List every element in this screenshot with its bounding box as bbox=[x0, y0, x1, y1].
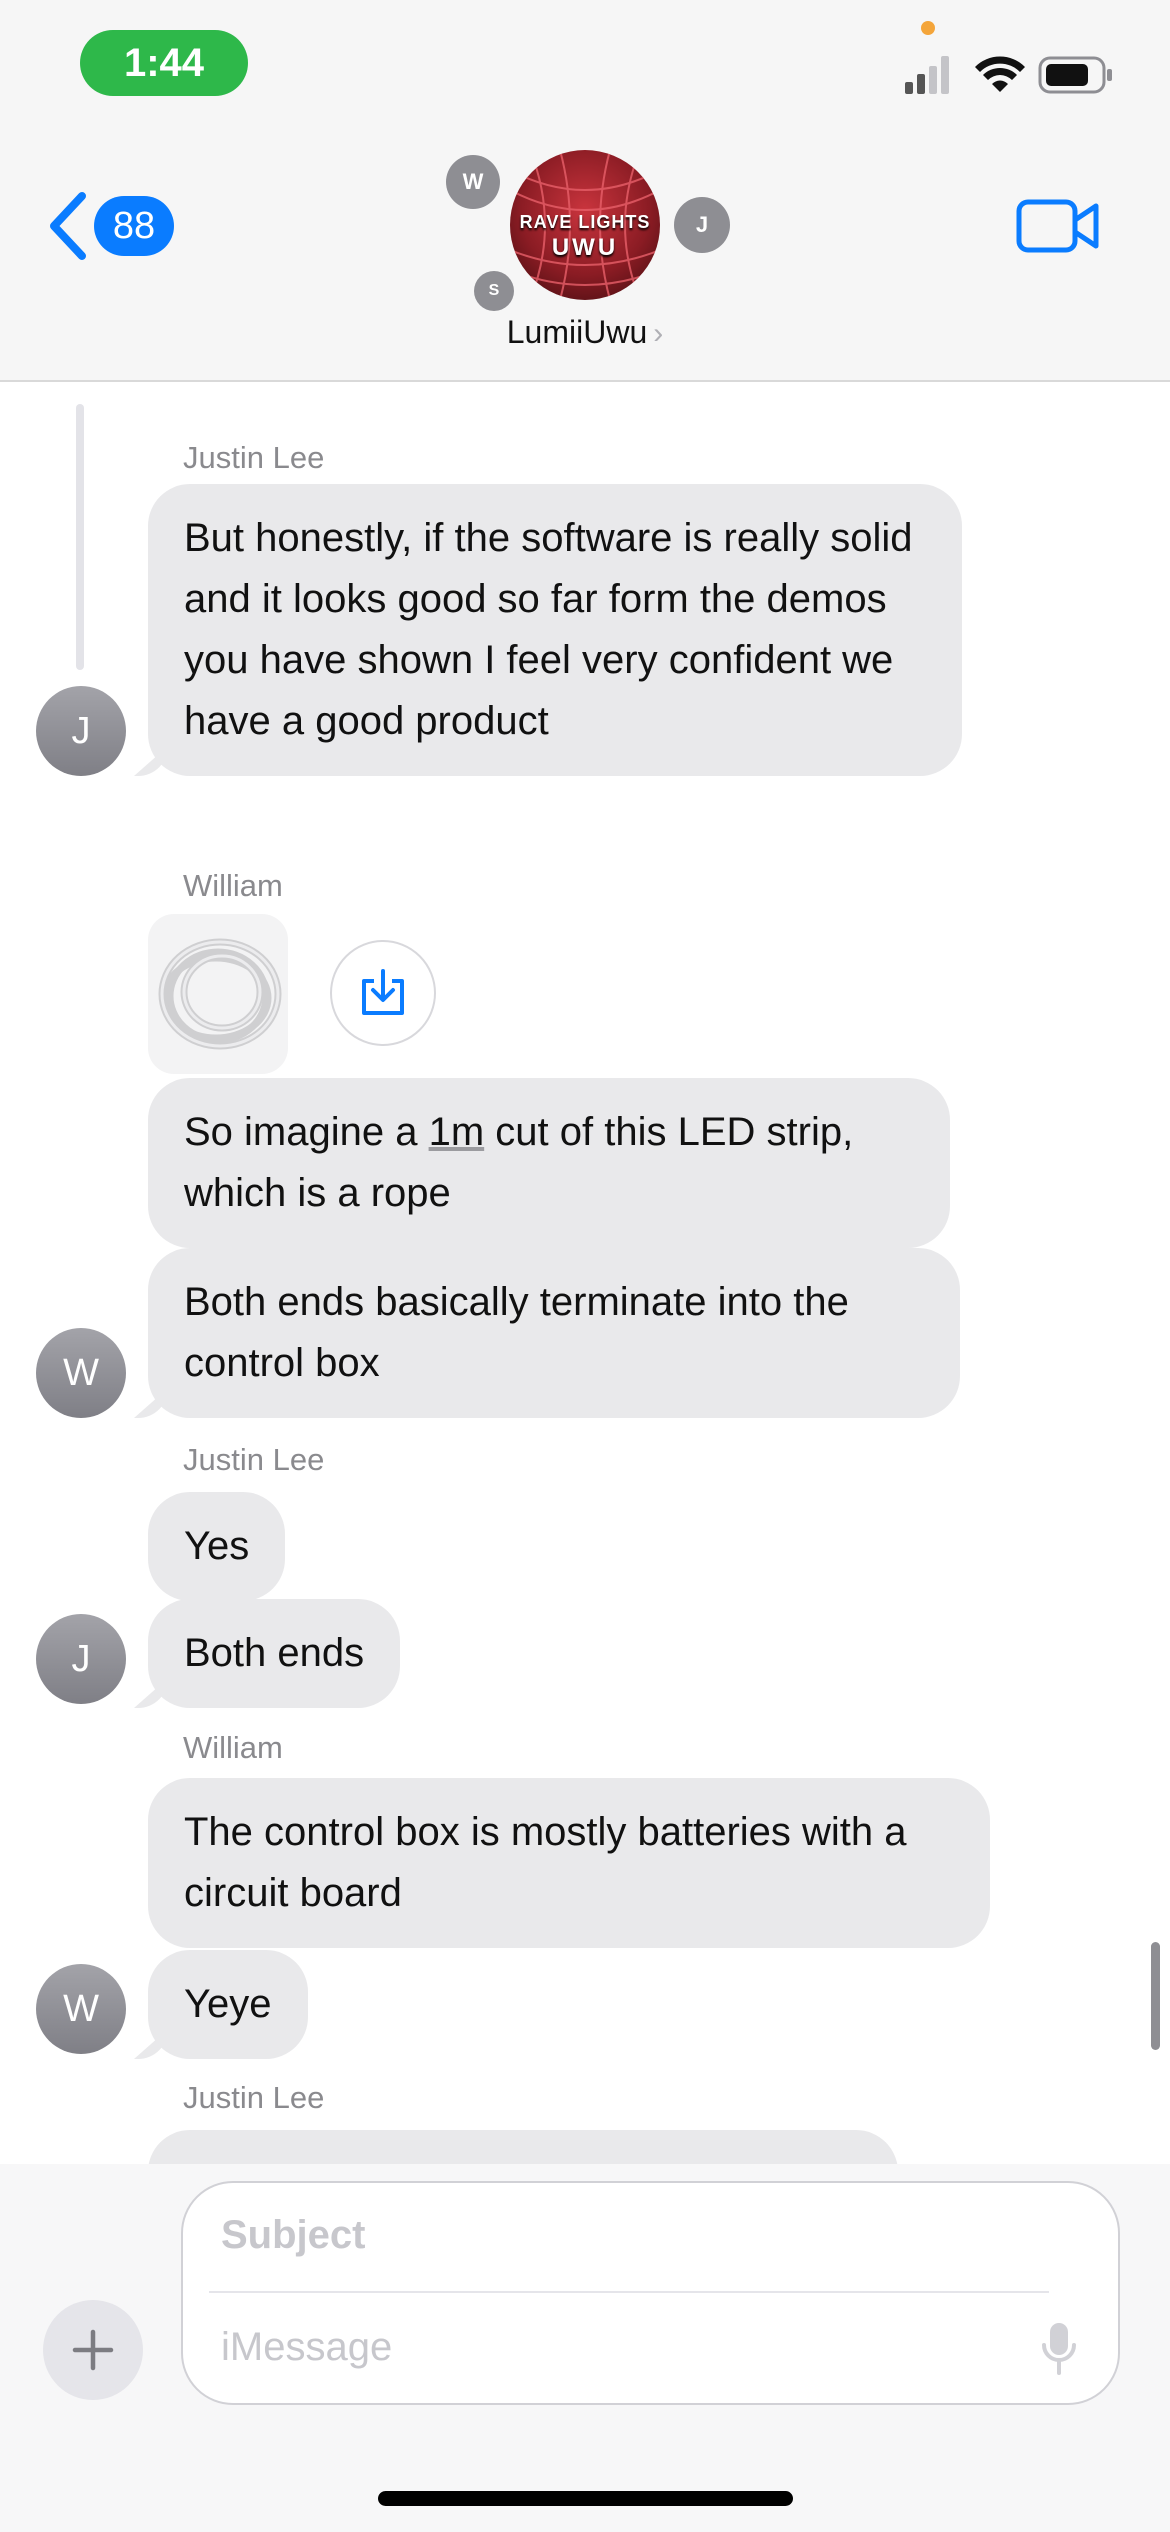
unread-count-badge: 88 bbox=[94, 196, 174, 256]
group-name-link[interactable]: LumiiUwu › bbox=[0, 314, 1170, 351]
sender-name: Justin Lee bbox=[183, 2080, 325, 2115]
battery-icon bbox=[1038, 56, 1112, 94]
subject-field[interactable]: Subject bbox=[221, 2213, 365, 2258]
message-bubble[interactable]: Both ends basically terminate into the c… bbox=[148, 1248, 960, 1418]
member-avatar-w[interactable]: W bbox=[446, 155, 500, 209]
plus-icon bbox=[72, 2329, 114, 2371]
message-input[interactable]: iMessage bbox=[221, 2325, 392, 2370]
group-avatar[interactable]: RAVE LIGHTS UWU bbox=[510, 150, 660, 300]
status-time: 1:44 bbox=[80, 30, 248, 96]
message-bubble[interactable]: Both ends bbox=[148, 1599, 401, 1708]
sender-name: William bbox=[183, 868, 283, 903]
wifi-icon bbox=[975, 56, 1025, 92]
sender-avatar[interactable]: J bbox=[36, 686, 126, 776]
message-bubble[interactable]: But honestly, if the software is really … bbox=[148, 484, 962, 776]
chevron-right-icon: › bbox=[653, 317, 664, 350]
chevron-left-icon bbox=[50, 192, 86, 260]
message-text: Both ends bbox=[184, 1631, 365, 1675]
back-button[interactable]: 88 bbox=[48, 190, 174, 262]
scrollbar[interactable] bbox=[1151, 1942, 1160, 2050]
image-attachment[interactable] bbox=[148, 914, 288, 1074]
conversation-header: 1:44 88 W RAVE LIGHTS UWU J S LumiiUwu › bbox=[0, 0, 1170, 382]
message-text: But honestly, if the software is really … bbox=[184, 516, 913, 743]
microphone-icon[interactable] bbox=[1041, 2321, 1077, 2377]
cellular-signal-icon bbox=[905, 56, 949, 94]
status-icons bbox=[905, 56, 1112, 94]
detected-unit-link[interactable]: 1m bbox=[429, 1110, 485, 1154]
privacy-indicator-dot bbox=[921, 21, 935, 35]
group-avatar-text: RAVE LIGHTS bbox=[519, 212, 651, 232]
message-bubble[interactable]: The control box is mostly batteries with… bbox=[148, 1778, 990, 1948]
member-avatar-s[interactable]: S bbox=[474, 271, 514, 311]
message-text: Both ends basically terminate into the c… bbox=[184, 1280, 849, 1385]
field-divider bbox=[209, 2291, 1049, 2293]
message-compose-box[interactable]: Subject iMessage bbox=[181, 2181, 1120, 2405]
message-list[interactable]: Justin Lee But honestly, if the software… bbox=[0, 384, 1170, 2164]
sender-name: Justin Lee bbox=[183, 1442, 325, 1477]
message-text: So imagine a bbox=[184, 1110, 429, 1154]
message-bubble-partial[interactable] bbox=[148, 2130, 898, 2164]
apps-plus-button[interactable] bbox=[43, 2300, 143, 2400]
led-rope-image bbox=[158, 938, 282, 1050]
save-image-button[interactable] bbox=[330, 940, 436, 1046]
sender-name: William bbox=[183, 1730, 283, 1765]
video-call-icon[interactable] bbox=[1016, 196, 1100, 256]
message-text: The control box is mostly batteries with… bbox=[184, 1810, 907, 1915]
sender-avatar[interactable]: J bbox=[36, 1614, 126, 1704]
message-bubble[interactable]: So imagine a 1m cut of this LED strip, w… bbox=[148, 1078, 950, 1248]
sender-name: Justin Lee bbox=[183, 440, 325, 475]
member-avatar-j[interactable]: J bbox=[674, 197, 730, 253]
download-icon bbox=[362, 969, 404, 1015]
sender-avatar[interactable]: W bbox=[36, 1328, 126, 1418]
reply-thread-line bbox=[76, 404, 84, 670]
group-avatar-text-2: UWU bbox=[551, 234, 619, 261]
message-text: Yes bbox=[184, 1524, 250, 1568]
group-name: LumiiUwu bbox=[506, 314, 648, 350]
message-bubble[interactable]: Yeye bbox=[148, 1950, 308, 2059]
message-text: Yeye bbox=[184, 1982, 272, 2026]
home-indicator[interactable] bbox=[378, 2491, 793, 2506]
sender-avatar[interactable]: W bbox=[36, 1964, 126, 2054]
message-bubble[interactable]: Yes bbox=[148, 1492, 286, 1601]
